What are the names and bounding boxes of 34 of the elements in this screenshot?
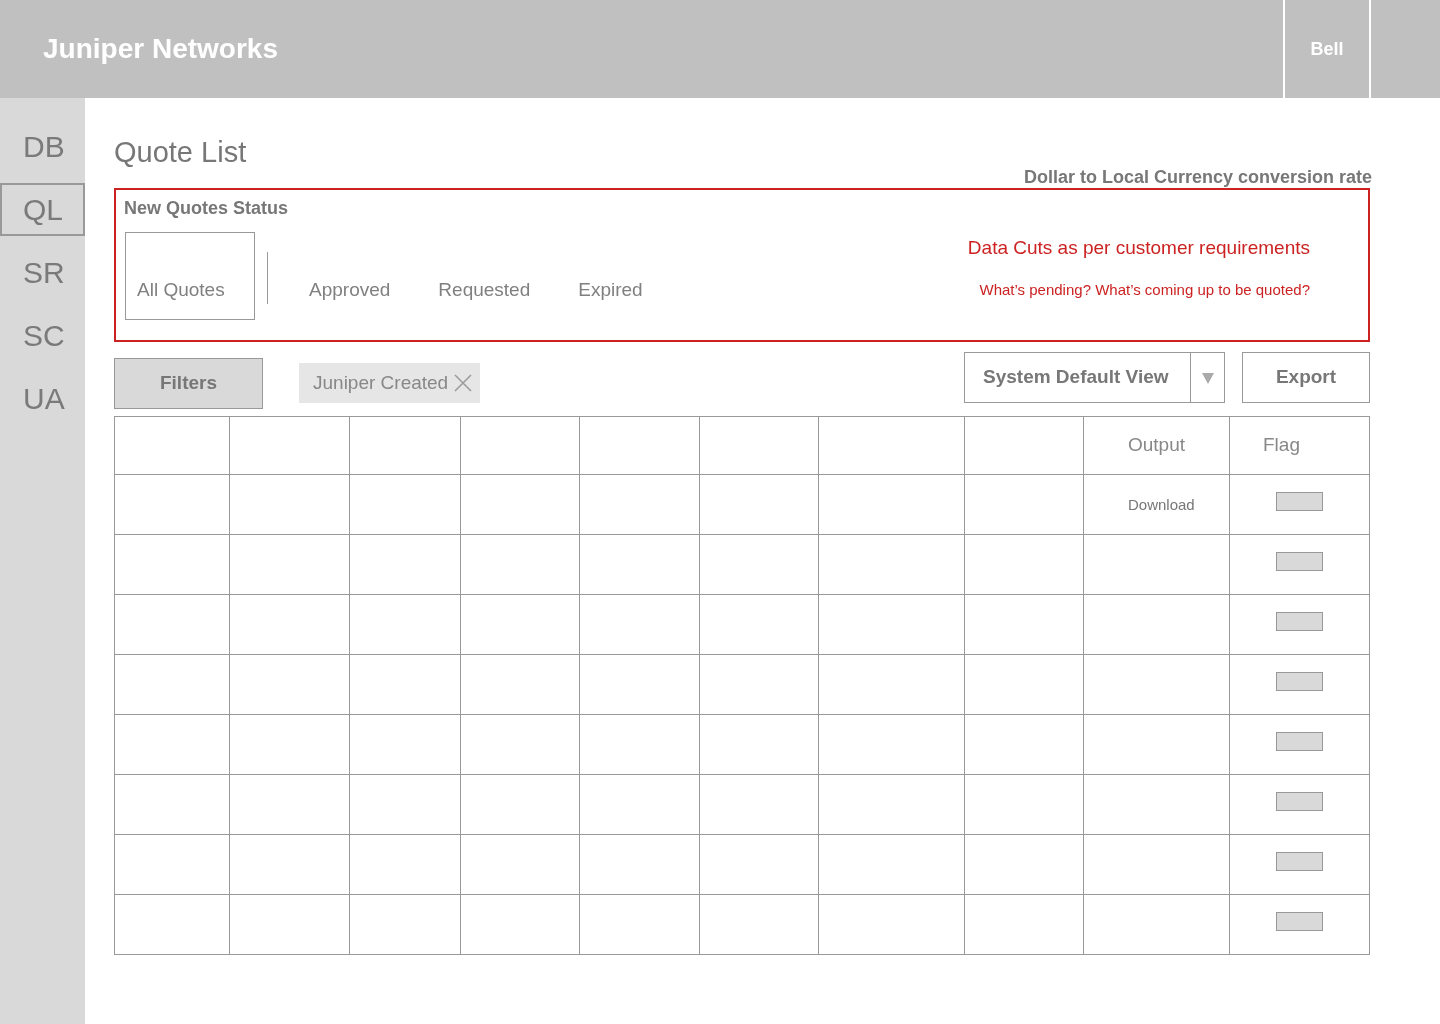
filter-chip[interactable]: Juniper Created: [299, 363, 481, 403]
select-value: System Default View: [982, 365, 1170, 390]
flag-button[interactable]: [1276, 671, 1323, 691]
column-header: Output: [1127, 434, 1186, 456]
filters-button[interactable]: Filters: [114, 358, 263, 409]
flag-button[interactable]: [1276, 851, 1323, 871]
close-icon[interactable]: [454, 374, 473, 392]
sidebar-item[interactable]: SC: [0, 309, 85, 362]
app-title: Juniper Networks: [42, 32, 279, 66]
annotation-note: What’s pending? What’s coming up to be quoted?: [979, 281, 1310, 299]
flag-button[interactable]: [1276, 911, 1323, 931]
export-button[interactable]: Export: [1242, 352, 1370, 403]
column-header: Flag: [1262, 434, 1300, 456]
user-menu[interactable]: Bell: [1283, 0, 1371, 98]
panel-title: New Quotes Status: [124, 197, 289, 220]
sidebar-item[interactable]: QL: [0, 183, 85, 236]
flag-button[interactable]: [1276, 611, 1323, 631]
status-tab[interactable]: All Quotes: [125, 232, 255, 320]
status-tab[interactable]: Approved: [308, 232, 392, 320]
flag-button[interactable]: [1276, 491, 1323, 511]
chip-label: Juniper Created: [313, 370, 449, 395]
annotation-note: Data Cuts as per customer requirements: [967, 236, 1310, 260]
view-select[interactable]: System Default View: [964, 352, 1225, 403]
status-tab[interactable]: Requested: [437, 232, 532, 320]
sidebar-item[interactable]: SR: [0, 246, 85, 299]
caret-icon: [1201, 371, 1214, 384]
flag-button[interactable]: [1276, 731, 1323, 751]
status-tab[interactable]: Expired: [577, 232, 644, 320]
flag-button[interactable]: [1276, 791, 1323, 811]
sidebar-item[interactable]: DB: [0, 120, 85, 173]
page-title: Quote List: [114, 135, 247, 170]
flag-button[interactable]: [1276, 551, 1323, 571]
conversion-rate-label: Dollar to Local Currency conversion rate: [1023, 166, 1372, 188]
sidebar-item[interactable]: UA: [0, 372, 85, 425]
